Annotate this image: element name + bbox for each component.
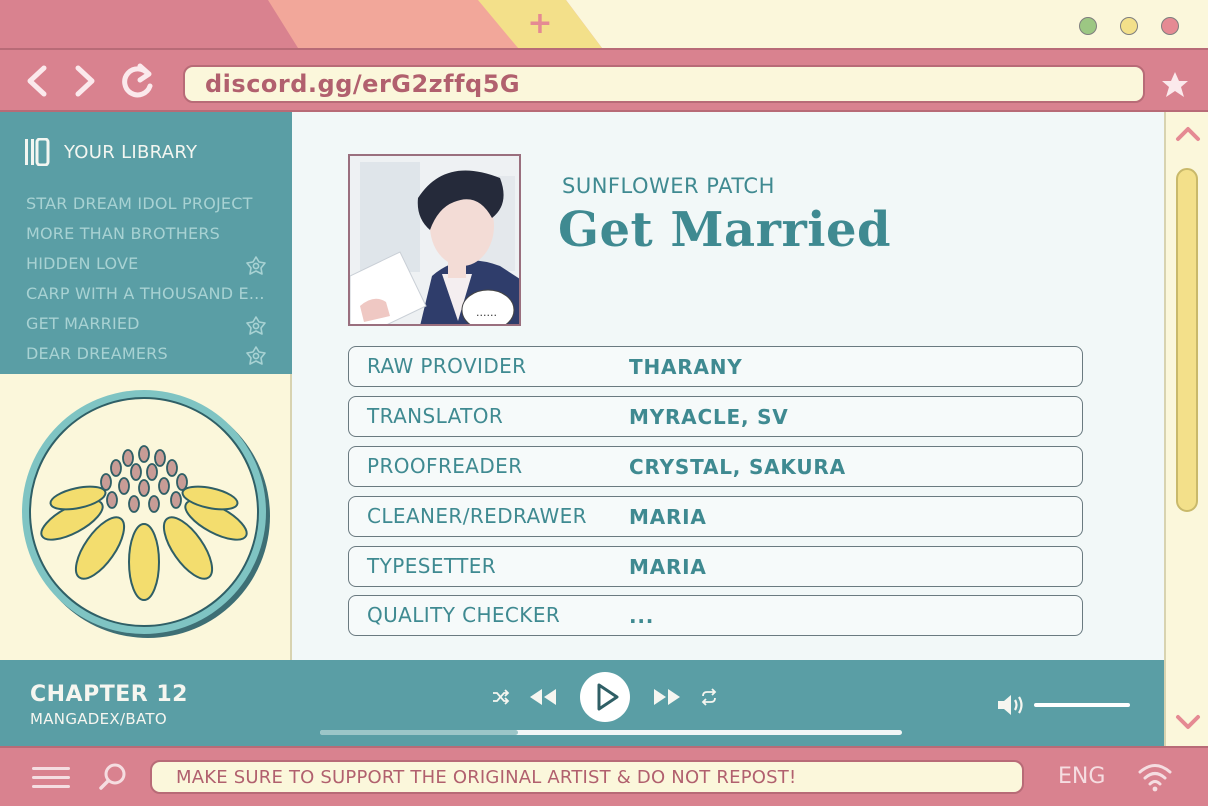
credit-row: TRANSLATOR MYRACLE, SV	[348, 396, 1083, 437]
volume-slider[interactable]	[1034, 703, 1130, 707]
tab-strip-background	[566, 0, 1208, 48]
credit-role: TYPESETTER	[367, 554, 497, 578]
vertical-scrollbar[interactable]	[1164, 112, 1208, 746]
credit-name: MYRACLE, SV	[629, 405, 789, 429]
credit-role: CLEANER/REDRAWER	[367, 504, 587, 528]
volume-icon[interactable]	[996, 692, 1026, 718]
previous-icon[interactable]	[528, 687, 558, 707]
play-icon	[597, 683, 619, 711]
repeat-icon[interactable]	[700, 688, 718, 706]
flower-badge-icon	[246, 256, 266, 275]
credit-row: CLEANER/REDRAWER MARIA	[348, 496, 1083, 537]
logo-panel	[0, 374, 292, 660]
refresh-icon[interactable]	[118, 62, 158, 100]
credit-name: CRYSTAL, SAKURA	[629, 455, 846, 479]
credit-role: QUALITY CHECKER	[367, 603, 561, 627]
next-icon[interactable]	[652, 687, 682, 707]
source-label: MANGADEX/BATO	[30, 710, 167, 728]
browser-tab[interactable]	[268, 0, 518, 48]
cover-speech-text: ......	[476, 306, 497, 319]
library-item[interactable]: GET MARRIED	[26, 314, 266, 338]
sunflower-logo-icon	[22, 390, 270, 638]
window-dot-pink[interactable]	[1161, 17, 1179, 35]
scroll-down-icon[interactable]	[1174, 708, 1202, 736]
wifi-icon[interactable]	[1138, 762, 1172, 792]
credit-role: PROOFREADER	[367, 454, 523, 478]
window-dot-yellow[interactable]	[1120, 17, 1138, 35]
navigation-bar: discord.gg/erG2zffq5G	[0, 48, 1208, 112]
library-panel: YOUR LIBRARY STAR DREAM IDOL PROJECT MOR…	[0, 112, 292, 374]
library-header: YOUR LIBRARY	[24, 138, 197, 166]
language-indicator[interactable]: ENG	[1058, 764, 1105, 789]
flower-badge-icon	[246, 316, 266, 335]
menu-icon[interactable]	[32, 766, 70, 790]
cover-illustration: ......	[350, 156, 519, 324]
play-button[interactable]	[580, 672, 630, 722]
library-item[interactable]: DEAR DREAMERS	[26, 344, 266, 368]
credit-name: MARIA	[629, 555, 707, 579]
notice-bar: MAKE SURE TO SUPPORT THE ORIGINAL ARTIST…	[150, 760, 1024, 794]
library-item[interactable]: HIDDEN LOVE	[26, 254, 266, 278]
series-cover-image: ......	[348, 154, 521, 326]
forward-arrow-icon[interactable]	[72, 62, 100, 100]
credit-row: PROOFREADER CRYSTAL, SAKURA	[348, 446, 1083, 487]
notice-text: MAKE SURE TO SUPPORT THE ORIGINAL ARTIST…	[176, 767, 797, 788]
bottom-bar: MAKE SURE TO SUPPORT THE ORIGINAL ARTIST…	[0, 746, 1208, 806]
progress-track[interactable]	[320, 730, 902, 735]
library-item[interactable]: MORE THAN BROTHERS	[26, 224, 266, 248]
credit-role: RAW PROVIDER	[367, 354, 527, 378]
credit-row: TYPESETTER MARIA	[348, 546, 1083, 587]
back-arrow-icon[interactable]	[22, 62, 50, 100]
library-icon	[25, 138, 50, 166]
credit-role: TRANSLATOR	[367, 404, 504, 428]
plus-icon[interactable]: +	[524, 8, 556, 40]
address-bar[interactable]: discord.gg/erG2zffq5G	[183, 65, 1145, 103]
series-title: Get Married	[558, 202, 892, 258]
window-dot-green[interactable]	[1079, 17, 1097, 35]
scroll-up-icon[interactable]	[1174, 120, 1202, 148]
credits-page: ...... SUNFLOWER PATCH Get Married RAW P…	[292, 112, 1164, 660]
library-title: YOUR LIBRARY	[64, 141, 198, 163]
group-name: SUNFLOWER PATCH	[562, 174, 775, 198]
credit-name: THARANY	[629, 355, 743, 379]
chapter-label: CHAPTER 12	[30, 682, 188, 707]
credit-row: QUALITY CHECKER ...	[348, 595, 1083, 636]
player-bar: CHAPTER 12 MANGADEX/BATO	[0, 660, 1164, 746]
bookmark-star-icon[interactable]	[1160, 66, 1190, 104]
credit-name: ...	[629, 604, 655, 628]
progress-fill	[320, 730, 518, 735]
shuffle-icon[interactable]	[492, 689, 510, 705]
flower-badge-icon	[246, 346, 266, 365]
library-item[interactable]: CARP WITH A THOUSAND E...	[26, 284, 266, 308]
url-text: discord.gg/erG2zffq5G	[205, 70, 521, 98]
credit-row: RAW PROVIDER THARANY	[348, 346, 1083, 387]
library-item[interactable]: STAR DREAM IDOL PROJECT	[26, 194, 266, 218]
scroll-thumb[interactable]	[1176, 168, 1198, 512]
credit-name: MARIA	[629, 505, 707, 529]
search-icon[interactable]	[98, 762, 128, 792]
tab-strip: +	[0, 0, 1208, 48]
